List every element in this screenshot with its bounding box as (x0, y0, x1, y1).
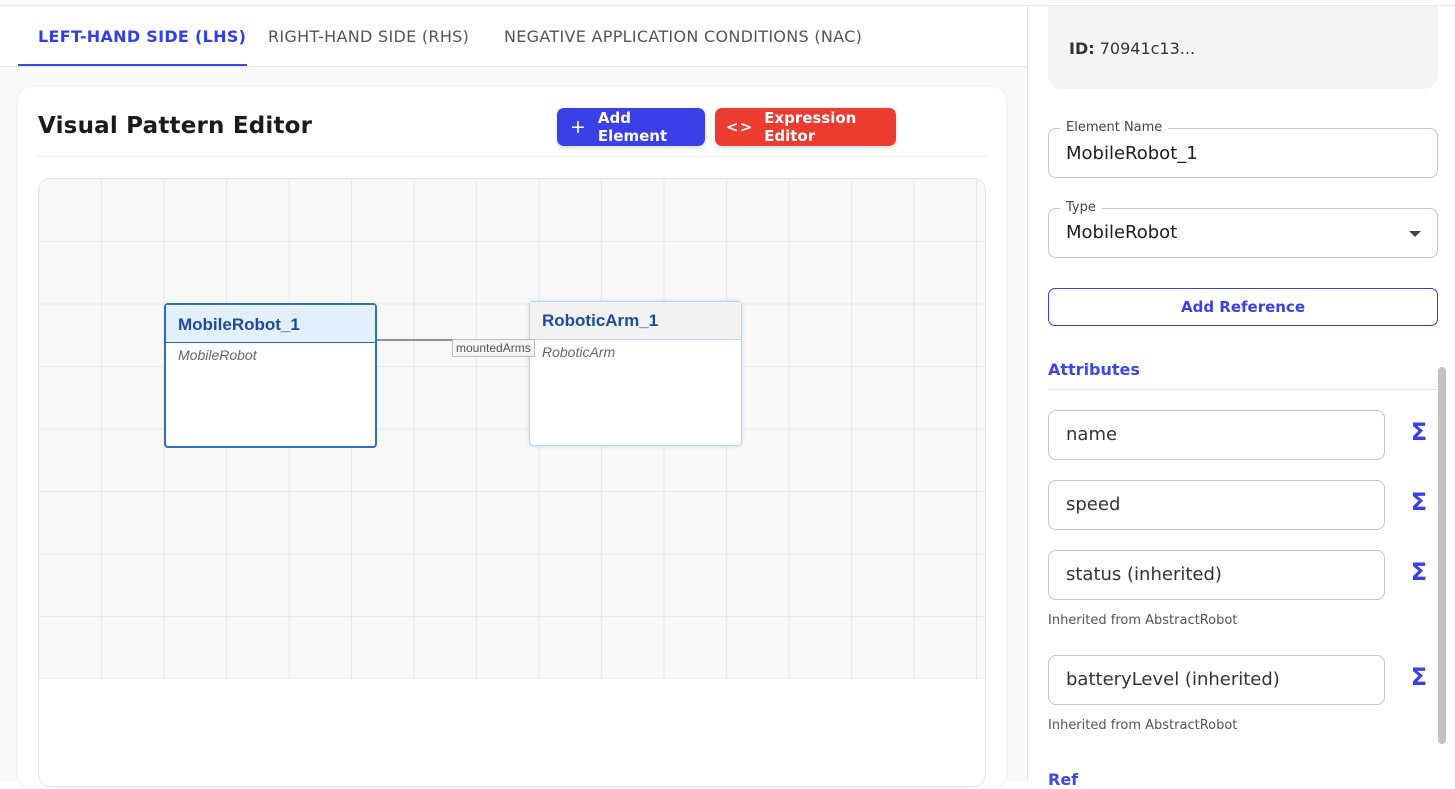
code-brackets-icon: <> (726, 118, 754, 136)
element-name-legend: Element Name (1060, 120, 1169, 135)
add-reference-button[interactable]: Add Reference (1048, 288, 1438, 326)
add-element-button[interactable]: + Add Element (557, 108, 705, 146)
references-heading-partial: Ref (1048, 770, 1079, 789)
attribute-helper-battery-level: Inherited from AbstractRobot (1048, 718, 1238, 733)
element-name-value: MobileRobot_1 (1066, 143, 1198, 164)
tab-lhs[interactable]: LEFT-HAND SIDE (LHS) (38, 6, 246, 67)
attribute-input-name[interactable]: name (1048, 410, 1385, 460)
node-mobile-robot[interactable]: MobileRobot_1 MobileRobot (164, 303, 377, 448)
element-name-field[interactable]: Element Name MobileRobot_1 (1048, 120, 1438, 178)
attribute-input-battery-level[interactable]: batteryLevel (inherited) (1048, 655, 1385, 705)
sigma-icon[interactable]: Σ (1408, 558, 1430, 586)
type-legend: Type (1060, 200, 1102, 215)
node-robotic-arm[interactable]: RoboticArm_1 RoboticArm (529, 301, 742, 446)
sigma-icon[interactable]: Σ (1408, 488, 1430, 516)
node-type: MobileRobot (178, 347, 257, 363)
plus-icon: + (570, 116, 586, 138)
node-type: RoboticArm (542, 344, 616, 360)
edge-label: mountedArms (452, 339, 535, 357)
pattern-canvas[interactable]: MobileRobot_1 MobileRobot RoboticArm_1 R… (38, 178, 986, 787)
tab-rhs[interactable]: RIGHT-HAND SIDE (RHS) (268, 6, 469, 67)
tab-nac[interactable]: NEGATIVE APPLICATION CONDITIONS (NAC) (504, 6, 862, 67)
sigma-icon[interactable]: Σ (1408, 418, 1430, 446)
chevron-down-icon (1409, 231, 1421, 237)
type-value: MobileRobot (1066, 222, 1178, 243)
editor-title: Visual Pattern Editor (38, 113, 313, 139)
side-scrollbar-thumb[interactable] (1438, 367, 1446, 744)
attribute-input-speed[interactable]: speed (1048, 480, 1385, 530)
id-value: 70941c13... (1099, 39, 1196, 58)
main-panel: LEFT-HAND SIDE (LHS) RIGHT-HAND SIDE (RH… (0, 6, 1027, 787)
title-divider (38, 156, 986, 157)
attribute-helper-status: Inherited from AbstractRobot (1048, 613, 1238, 628)
expression-editor-label: Expression Editor (764, 109, 857, 145)
node-title: MobileRobot_1 (166, 305, 375, 343)
tab-bar: LEFT-HAND SIDE (LHS) RIGHT-HAND SIDE (RH… (0, 6, 1027, 67)
active-tab-indicator (18, 64, 247, 66)
attributes-divider (1048, 389, 1438, 390)
node-title: RoboticArm_1 (530, 302, 741, 340)
pattern-editor-card: Visual Pattern Editor + Add Element <> E… (18, 87, 1006, 787)
element-id-box: ID: 70941c13... (1048, 6, 1438, 89)
id-label: ID: (1069, 39, 1095, 58)
sigma-icon[interactable]: Σ (1408, 663, 1430, 691)
expression-editor-button[interactable]: <> Expression Editor (715, 108, 896, 146)
type-select[interactable]: Type MobileRobot (1048, 200, 1438, 258)
attribute-input-status[interactable]: status (inherited) (1048, 550, 1385, 600)
add-element-label: Add Element (597, 109, 668, 145)
element-id: ID: 70941c13... (1069, 39, 1195, 58)
properties-panel: ID: 70941c13... Element Name MobileRobot… (1027, 6, 1455, 789)
attributes-heading: Attributes (1048, 360, 1140, 379)
